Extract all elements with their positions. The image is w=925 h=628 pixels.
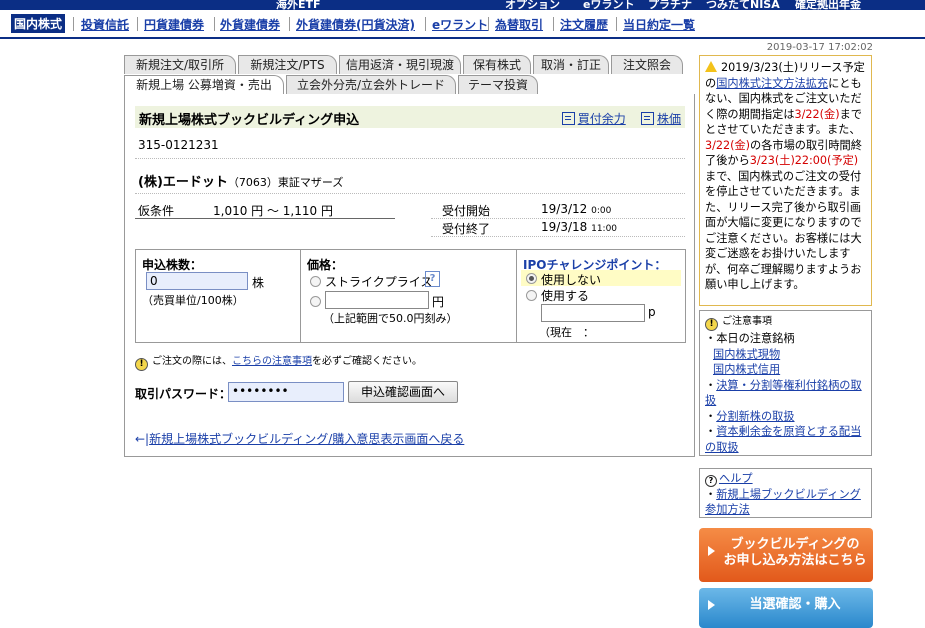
accept-end: 19/3/18 11:00	[541, 220, 618, 234]
order-method-expansion-link[interactable]: 国内株式注文方法拡充	[716, 77, 828, 90]
help-box: ? ヘルプ ・新規上場ブックビルディング参加方法	[699, 468, 872, 518]
submenu-domestic-stock[interactable]: 国内株式	[11, 14, 66, 33]
tab-margin-repay[interactable]: 信用返済・現引現渡	[339, 55, 461, 74]
stock-name: (株)エードット	[138, 175, 228, 190]
order-form: 申込株数： 0 株 （売買単位/100株） 価格： ストライクプライス ? 円 …	[135, 249, 686, 343]
help-link[interactable]: ヘルプ	[719, 472, 753, 485]
confirm-order-button[interactable]: 申込確認画面へ	[348, 381, 458, 403]
quantity-section: 申込株数： 0 株 （売買単位/100株）	[136, 250, 300, 342]
cautions-box: ! ご注意事項 ・本日の注意銘柄 国内株式現物 国内株式信用 ・決算・分割等権利付…	[699, 310, 872, 456]
ipo-no-use-label: 使用しない	[541, 273, 602, 287]
tab-order-inquiry[interactable]: 注文照会	[611, 55, 683, 74]
accept-end-label: 受付終了	[442, 222, 491, 236]
tab-ipo-public-offering[interactable]: 新規上場 公募増資・売出	[124, 75, 284, 94]
stock-code: （7063）東証マザーズ	[227, 176, 344, 189]
submenu-fx[interactable]: 為替取引	[495, 16, 543, 33]
quantity-label: 申込株数：	[142, 258, 203, 272]
note-link-margin[interactable]: 国内株式信用	[713, 363, 780, 376]
bookbuilding-panel: 新規上場株式ブックビルディング申込 買付余力 株価 315-0121231 (株…	[124, 94, 695, 457]
bookbuilding-howto-banner[interactable]: ブックビルディングの お申し込み方法はこちら	[699, 528, 873, 582]
ipo-tabs: 新規上場 公募増資・売出 立会外分売/立会外トレード テーマ投資	[124, 75, 694, 95]
stock-price-link[interactable]: 株価	[657, 112, 681, 126]
submenu-order-history[interactable]: 注文履歴	[560, 16, 608, 33]
calculator-icon	[561, 112, 575, 125]
trading-unit-note: （売買単位/100株）	[142, 294, 244, 307]
panel-title-bar: 新規上場株式ブックビルディング申込 買付余力 株価	[135, 106, 685, 128]
note-item: ・決算・分割等権利付銘柄の取扱	[705, 378, 862, 408]
back-link[interactable]: ←|新規上場株式ブックビルディング/購入意思表示画面へ戻る	[135, 430, 464, 447]
price-label: 価格：	[307, 258, 344, 272]
tab-cancel-modify[interactable]: 取消・訂正	[533, 55, 609, 74]
tab-new-order-pts[interactable]: 新規注文/PTS	[238, 55, 337, 74]
submenu-yen-bond[interactable]: 円貨建債券	[144, 16, 204, 33]
help-item: ・新規上場ブックビルディング参加方法	[705, 488, 861, 516]
back-arrow-icon: ←|	[135, 432, 150, 446]
accept-start-label: 受付開始	[442, 204, 491, 218]
trade-password-input[interactable]: ••••••••	[228, 382, 344, 402]
price-unit: 円	[432, 295, 445, 309]
accept-start: 19/3/12 0:00	[541, 202, 612, 216]
quantity-unit: 株	[252, 276, 265, 290]
cautions-link[interactable]: こちらの注意事項	[232, 356, 312, 367]
tab-holdings[interactable]: 保有株式	[463, 55, 531, 74]
global-nav: 海外ETF オプション eワラント プラチナ つみたてNISA 確定拠出年金	[0, 0, 925, 11]
submenu-foreign-bond-yen[interactable]: 外貨建債券(円貨決済)	[296, 16, 415, 33]
ipo-points-unit: p	[648, 305, 656, 319]
ipo-no-use-radio[interactable]	[526, 273, 537, 284]
buying-power-link[interactable]: 買付余力	[578, 112, 626, 126]
provisional-range: 1,010 円 ～ 1,110 円	[213, 204, 333, 218]
password-label: 取引パスワード：	[135, 387, 232, 401]
tab-new-order-exchange[interactable]: 新規注文/取引所	[124, 55, 236, 74]
release-alert: 2019/3/23(土)リリース予定の国内株式注文方法拡充にともない、国内株式を…	[699, 55, 872, 306]
note-item: ・分割新株の取扱	[705, 409, 795, 423]
help-question-icon[interactable]: ?	[425, 271, 440, 287]
submenu-today-executions[interactable]: 当日約定一覧	[623, 16, 695, 33]
chart-icon	[640, 112, 654, 125]
tab-off-floor-distribution[interactable]: 立会外分売/立会外トレード	[286, 75, 456, 94]
ipo-current-points: （現在 ：	[539, 326, 594, 339]
ipo-use-label: 使用する	[541, 289, 590, 303]
order-notice: ! ご注文の際には、こちらの注意事項を必ずご確認ください。	[135, 352, 422, 371]
limit-price-radio[interactable]	[310, 296, 321, 307]
price-input[interactable]	[325, 291, 429, 309]
note-item: ・資本剰余金を原資とする配当の取扱	[705, 425, 862, 454]
note-link-cash[interactable]: 国内株式現物	[713, 348, 780, 361]
ipo-points-section: IPOチャレンジポイント： 使用しない 使用する p （現在 ：	[516, 250, 686, 342]
price-section: 価格： ストライクプライス ? 円 （上記範囲で50.0円刻み）	[300, 250, 517, 342]
submenu-foreign-bond[interactable]: 外貨建債券	[220, 16, 280, 33]
page-title: 新規上場株式ブックビルディング申込	[139, 113, 360, 128]
ipo-use-radio[interactable]	[526, 290, 537, 301]
cautions-title: ご注意事項	[722, 316, 772, 327]
tab-theme-investment[interactable]: テーマ投資	[458, 75, 538, 94]
submenu-ewarrant[interactable]: eワラント	[432, 16, 488, 33]
page-timestamp: 2019-03-17 17:02:02	[766, 42, 873, 53]
submenu-investment-trust[interactable]: 投資信託	[81, 16, 129, 33]
note-item: ・本日の注意銘柄	[705, 332, 795, 345]
exclamation-icon: !	[705, 318, 718, 331]
strike-price-radio[interactable]	[310, 276, 321, 287]
provisional-label: 仮条件	[138, 204, 175, 218]
stock-info: (株)エードット（7063）東証マザーズ	[138, 171, 343, 190]
quantity-input[interactable]: 0	[146, 272, 248, 290]
ipo-points-input[interactable]	[541, 304, 645, 322]
order-tabs: 新規注文/取引所 新規注文/PTS 信用返済・現引現渡 保有株式 取消・訂正 注…	[124, 55, 694, 75]
warning-icon	[705, 61, 717, 72]
winning-confirm-banner[interactable]: 当選確認・購入	[699, 588, 873, 628]
strike-price-label: ストライクプライス	[325, 275, 433, 289]
help-circle-icon: ?	[705, 475, 717, 487]
product-submenu: 国内株式 投資信託 円貨建債券 外貨建債券 外貨建債券(円貨決済) eワラント …	[0, 10, 925, 39]
exclamation-icon: !	[135, 358, 148, 371]
price-step-note: （上記範囲で50.0円刻み）	[323, 312, 458, 325]
account-code: 315-0121231	[138, 138, 219, 152]
